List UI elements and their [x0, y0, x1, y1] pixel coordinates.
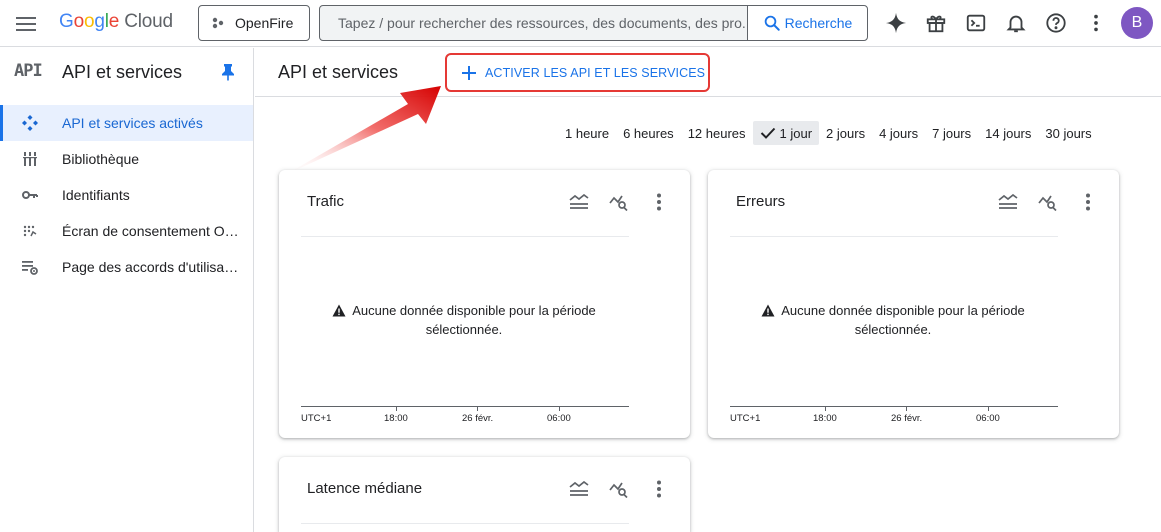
- cloud-shell-icon[interactable]: [964, 11, 988, 35]
- check-icon: [760, 127, 775, 139]
- sidebar-item-label: Écran de consentement OAuth: [62, 223, 242, 239]
- card-actions: [567, 478, 671, 500]
- x-tick: [559, 406, 560, 411]
- card-actions: [996, 191, 1100, 213]
- legend-toggle-icon[interactable]: [567, 191, 591, 213]
- plus-icon: [462, 65, 476, 80]
- sidebar-item-label: Page des accords d'utilisation: [62, 259, 242, 275]
- key-icon: [21, 186, 39, 204]
- project-dots-icon: [212, 17, 224, 29]
- project-selector[interactable]: OpenFire: [198, 5, 310, 41]
- user-avatar[interactable]: B: [1121, 7, 1153, 39]
- sidebar-item-agreements[interactable]: Page des accords d'utilisation: [0, 249, 253, 285]
- range-12h[interactable]: 12 heures: [681, 121, 753, 145]
- x-axis: [730, 406, 1058, 407]
- more-vert-icon[interactable]: [647, 478, 671, 500]
- explore-chart-icon[interactable]: [607, 478, 631, 500]
- explore-chart-icon[interactable]: [607, 191, 631, 213]
- x-tick: [825, 406, 826, 411]
- search-bar: Recherche: [319, 5, 868, 41]
- time-range-selector: 1 heure 6 heures 12 heures 1 jour 2 jour…: [558, 121, 1099, 145]
- consent-icon: [21, 222, 39, 240]
- x-tick-label: 18:00: [384, 413, 408, 424]
- sidebar-nav: API et services activés Bibliothèque Ide…: [0, 105, 253, 285]
- x-tick-label: UTC+1: [301, 413, 332, 424]
- sidebar-item-label: API et services activés: [62, 115, 203, 131]
- sidebar-item-credentials[interactable]: Identifiants: [0, 177, 253, 213]
- warning-icon: [761, 304, 775, 317]
- sidebar-item-label: Identifiants: [62, 187, 130, 203]
- range-2d[interactable]: 2 jours: [819, 121, 872, 145]
- warning-icon: [332, 304, 346, 317]
- card-divider: [730, 236, 1058, 237]
- sidebar: API API et services API et services acti…: [0, 48, 254, 532]
- annotation-arrow: [285, 86, 441, 175]
- top-bar: Google Cloud OpenFire Recherche B: [0, 0, 1161, 47]
- sidebar-header: API API et services: [0, 48, 253, 96]
- agreements-icon: [21, 258, 39, 276]
- x-tick-label: 26 févr.: [891, 413, 923, 424]
- card-title: Erreurs: [736, 193, 786, 210]
- legend-toggle-icon[interactable]: [567, 478, 591, 500]
- x-tick-label: 06:00: [976, 413, 1000, 424]
- x-tick-label: 26 févr.: [462, 413, 494, 424]
- range-1d[interactable]: 1 jour: [752, 121, 820, 145]
- pin-icon[interactable]: [221, 63, 235, 86]
- sidebar-item-enabled-apis[interactable]: API et services activés: [0, 105, 253, 141]
- more-vert-icon[interactable]: [1084, 11, 1108, 35]
- x-axis: [301, 406, 629, 407]
- library-icon: [21, 150, 39, 168]
- x-tick: [906, 406, 907, 411]
- gemini-sparkle-icon[interactable]: [884, 11, 908, 35]
- card-title: Latence médiane: [307, 480, 423, 497]
- legend-toggle-icon[interactable]: [996, 191, 1020, 213]
- range-1h[interactable]: 1 heure: [558, 121, 616, 145]
- range-30d[interactable]: 30 jours: [1038, 121, 1098, 145]
- latency-card: Latence médiane: [279, 457, 690, 532]
- x-tick-label: 06:00: [547, 413, 571, 424]
- help-icon[interactable]: [1044, 11, 1068, 35]
- api-diamond-icon: [21, 114, 39, 132]
- api-logo: API: [14, 61, 43, 81]
- range-4d[interactable]: 4 jours: [872, 121, 925, 145]
- enable-apis-button[interactable]: ACTIVER LES API ET LES SERVICES: [445, 53, 710, 92]
- errors-card: Erreurs Aucune donnée disponible pour la…: [708, 170, 1119, 438]
- card-actions: [567, 191, 671, 213]
- card-divider: [301, 236, 629, 237]
- no-data-message: Aucune donnée disponible pour la période…: [708, 301, 1078, 339]
- no-data-message: Aucune donnée disponible pour la période…: [279, 301, 649, 339]
- x-tick: [396, 406, 397, 411]
- x-tick: [988, 406, 989, 411]
- sidebar-item-consent-screen[interactable]: Écran de consentement OAuth: [0, 213, 253, 249]
- range-6h[interactable]: 6 heures: [616, 121, 681, 145]
- project-name: OpenFire: [235, 15, 294, 31]
- card-divider: [301, 523, 629, 524]
- more-vert-icon[interactable]: [1076, 191, 1100, 213]
- card-title: Trafic: [307, 193, 344, 210]
- x-tick-label: UTC+1: [730, 413, 761, 424]
- menu-icon[interactable]: [14, 12, 38, 36]
- sidebar-item-label: Bibliothèque: [62, 151, 140, 167]
- traffic-card: Trafic Aucune donnée disponible pour la …: [279, 170, 690, 438]
- notifications-bell-icon[interactable]: [1004, 11, 1028, 35]
- gift-icon[interactable]: [924, 11, 948, 35]
- more-vert-icon[interactable]: [647, 191, 671, 213]
- search-button[interactable]: Recherche: [747, 6, 867, 40]
- x-tick: [477, 406, 478, 411]
- range-14d[interactable]: 14 jours: [978, 121, 1038, 145]
- x-tick-label: 18:00: [813, 413, 837, 424]
- sidebar-item-library[interactable]: Bibliothèque: [0, 141, 253, 177]
- search-icon: [764, 15, 780, 31]
- google-cloud-logo[interactable]: Google Cloud: [59, 11, 173, 33]
- explore-chart-icon[interactable]: [1036, 191, 1060, 213]
- range-7d[interactable]: 7 jours: [925, 121, 978, 145]
- search-input[interactable]: [320, 6, 747, 40]
- sidebar-title: API et services: [62, 62, 183, 82]
